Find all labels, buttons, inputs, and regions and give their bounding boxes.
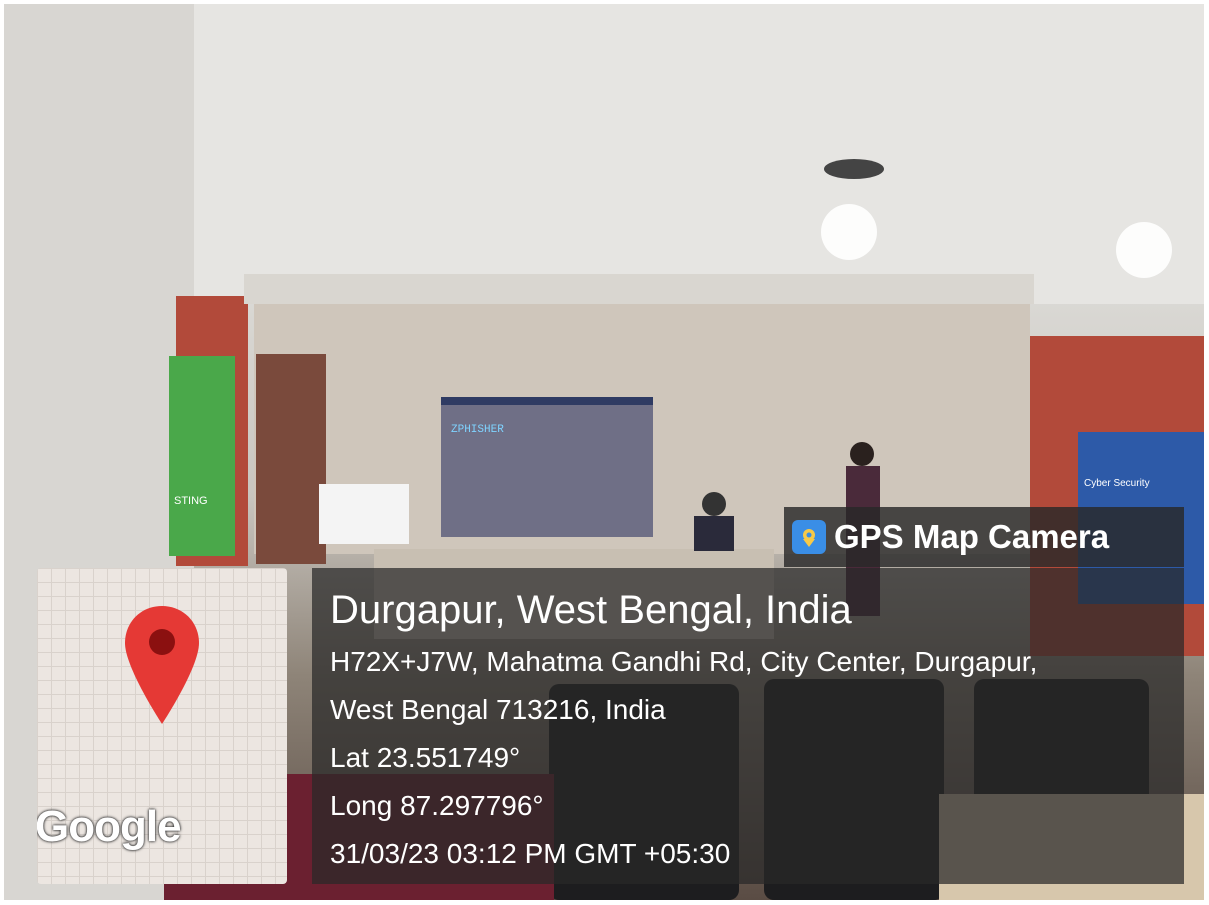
standing-person-head	[850, 442, 874, 466]
seated-person-head	[702, 492, 726, 516]
photo: ZPHISHER STING Cyber Security GPS Map Ca…	[4, 4, 1204, 900]
window	[319, 484, 409, 544]
left-banner-text: STING	[174, 495, 208, 507]
right-banner-text: Cyber Security	[1084, 478, 1150, 489]
map-pin-icon	[123, 604, 201, 731]
map-logo: Google	[37, 802, 182, 851]
seated-person	[694, 516, 734, 551]
timestamp: 31/03/23 03:12 PM GMT +05:30	[330, 838, 731, 869]
left-banner	[169, 356, 235, 556]
app-name: GPS Map Camera	[834, 518, 1110, 555]
camera-map-pin-icon	[792, 520, 826, 554]
latitude: Lat 23.551749°	[330, 742, 521, 773]
longitude: Long 87.297796°	[330, 790, 544, 821]
screen-text: ZPHISHER	[451, 424, 504, 436]
ceiling-beam	[244, 274, 1034, 304]
curtain	[256, 354, 326, 564]
screen-titlebar	[441, 397, 653, 405]
place-name: Durgapur, West Bengal, India	[330, 588, 852, 632]
ceiling-light	[821, 204, 877, 260]
ceiling-light-2	[1116, 222, 1172, 278]
address-line-1: H72X+J7W, Mahatma Gandhi Rd, City Center…	[330, 646, 1038, 677]
gps-camera-header: GPS Map Camera	[784, 507, 1184, 567]
location-info-panel: Durgapur, West Bengal, India H72X+J7W, M…	[312, 568, 1184, 884]
ceiling-fan	[824, 159, 884, 179]
projector-screen	[441, 397, 653, 537]
address-line-2: West Bengal 713216, India	[330, 694, 666, 725]
map-thumbnail: Google	[37, 568, 287, 884]
